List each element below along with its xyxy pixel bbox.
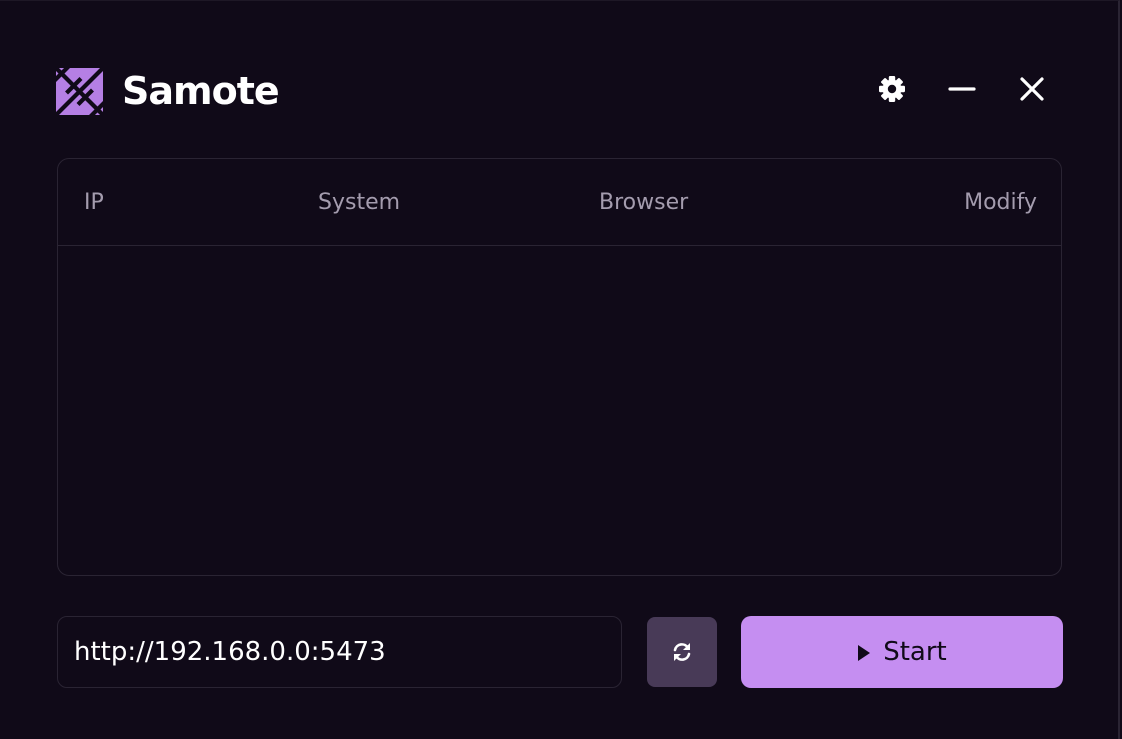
gear-icon (879, 76, 905, 102)
app-logo-icon (56, 68, 103, 115)
close-icon (1020, 77, 1044, 101)
server-url-field[interactable] (57, 616, 622, 688)
start-button-label: Start (883, 637, 947, 667)
column-header-browser: Browser (599, 190, 689, 215)
refresh-button[interactable] (647, 617, 717, 687)
device-table: IP System Browser Modify (57, 158, 1062, 576)
refresh-icon (673, 643, 691, 661)
app-window: Samote IP System Browser Modify http://1… (0, 0, 1120, 739)
close-button[interactable] (1010, 67, 1054, 111)
minus-icon (948, 87, 976, 91)
column-header-system: System (318, 190, 401, 215)
play-icon (858, 645, 871, 661)
table-header: IP System Browser Modify (58, 159, 1061, 246)
column-header-modify: Modify (964, 190, 1037, 215)
start-button[interactable]: Start (741, 616, 1063, 688)
column-header-ip: IP (84, 190, 104, 215)
settings-button[interactable] (870, 67, 914, 111)
minimize-button[interactable] (940, 67, 984, 111)
app-title: Samote (122, 69, 280, 113)
